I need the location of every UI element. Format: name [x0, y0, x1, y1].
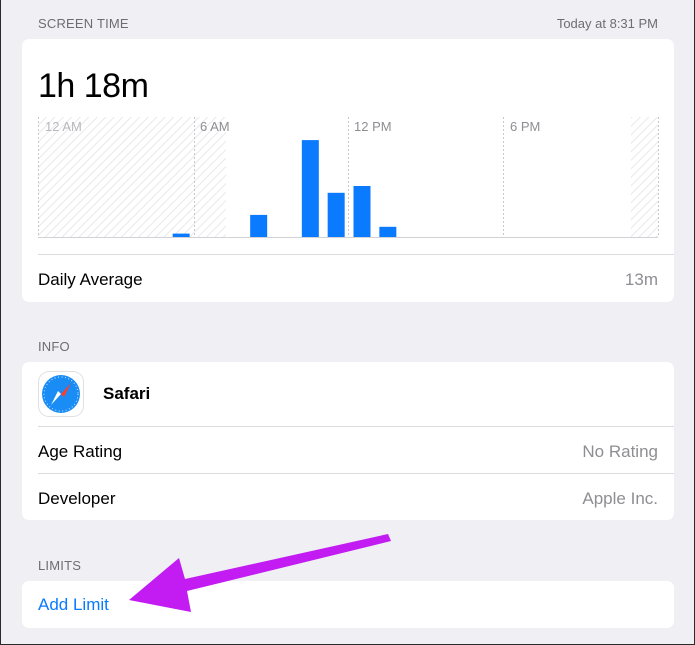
info-card: Safari Age Rating No Rating Developer Ap… [22, 362, 674, 520]
limits-card: Add Limit [22, 581, 674, 628]
divider [38, 254, 674, 255]
limits-header: LIMITS [38, 558, 82, 573]
divider [38, 473, 674, 474]
usage-bar [172, 233, 190, 237]
divider [38, 426, 674, 427]
age-rating-row: Age Rating No Rating [38, 442, 658, 462]
usage-bar [301, 140, 319, 237]
app-name: Safari [103, 384, 151, 403]
safari-compass-icon [38, 371, 84, 417]
usage-bar [250, 214, 268, 237]
tick-label: 6 AM [200, 119, 230, 134]
tick-label: 12 PM [354, 119, 392, 134]
daily-average-label: Daily Average [38, 270, 143, 289]
developer-value: Apple Inc. [582, 489, 658, 508]
usage-bar [379, 226, 397, 237]
usage-bar [327, 192, 345, 237]
add-limit-button[interactable]: Add Limit [38, 595, 658, 615]
daily-average-row: Daily Average 13m [38, 270, 658, 290]
developer-row: Developer Apple Inc. [38, 489, 658, 509]
usage-chart: 12 AM 6 AM 12 PM 6 PM [38, 117, 659, 238]
off-hours-hatch [194, 117, 226, 237]
age-rating-label: Age Rating [38, 442, 123, 461]
off-hours-hatch [631, 117, 658, 237]
screen-time-card: 1h 18m 12 AM 6 AM 12 PM 6 PM Daily Avera… [22, 39, 674, 302]
screen-time-timestamp: Today at 8:31 PM [556, 16, 658, 31]
screen-time-header: SCREEN TIME [38, 16, 129, 31]
off-hours-hatch [38, 117, 194, 237]
daily-average-value: 13m [624, 270, 658, 289]
tick-label: 12 AM [45, 119, 82, 134]
age-rating-value: No Rating [582, 442, 658, 461]
tick-label: 6 PM [510, 119, 540, 134]
info-header: INFO [38, 339, 70, 354]
developer-label: Developer [38, 489, 116, 508]
usage-bar [353, 186, 371, 237]
